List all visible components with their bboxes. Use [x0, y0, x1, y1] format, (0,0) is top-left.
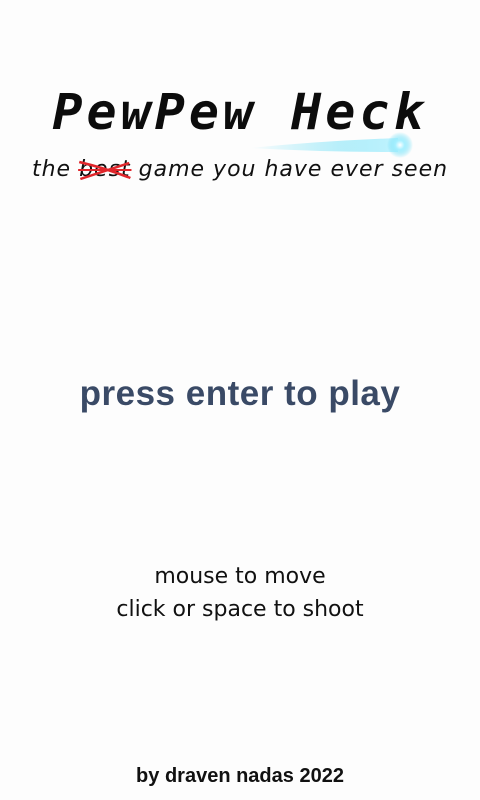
controls-instructions: mouse to move click or space to shoot	[0, 560, 480, 626]
start-prompt: press enter to play	[79, 374, 401, 413]
instruction-shoot: click or space to shoot	[116, 597, 364, 622]
struck-word-text: best	[79, 157, 131, 182]
game-start-screen: PewPew Heck the best game you have ever …	[0, 0, 480, 800]
tagline-suffix: game you have ever seen	[130, 157, 449, 182]
instruction-move: mouse to move	[154, 564, 326, 589]
tagline-prefix: the	[31, 157, 80, 182]
game-tagline: the best game you have ever seen	[0, 154, 480, 186]
author-credit: by draven nadas 2022	[136, 765, 344, 787]
struck-word: best	[78, 154, 132, 186]
